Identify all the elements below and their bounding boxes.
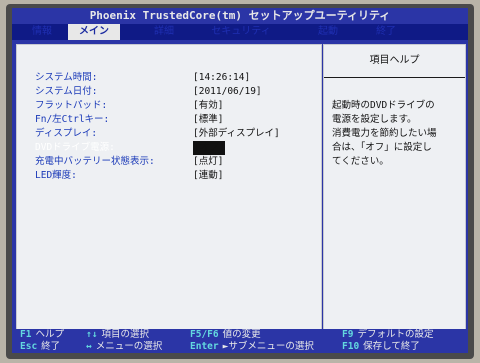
help-line: 消費電力を節約したい場	[332, 128, 437, 139]
help-line: 起動時のDVDドライブの	[332, 100, 435, 111]
tab-advanced[interactable]: 詳細	[142, 24, 186, 40]
setting-value[interactable]: [14:26:14]	[193, 71, 250, 85]
setting-label: システム日付:	[35, 86, 98, 97]
setting-row-display[interactable]: ディスプレイ: [外部ディスプレイ]	[17, 127, 321, 141]
setting-row-led-brightness[interactable]: LED輝度: [連動]	[17, 169, 321, 183]
settings-panel: システム時間: [14:26:14] システム日付: [2011/06/19] …	[16, 44, 322, 331]
setting-value[interactable]: [オフ]	[193, 141, 226, 155]
help-title: 項目ヘルプ	[324, 45, 465, 78]
key-hint-exit: Esc 終了	[20, 341, 60, 353]
key-hint-defaults: F9 デフォルトの設定	[342, 329, 433, 341]
key-description: 終了	[41, 341, 61, 352]
bios-screen: Phoenix TrustedCore(tm) セットアップユーティリティ 情報…	[12, 8, 468, 353]
key-description: メニューの選択	[95, 341, 163, 352]
setting-value[interactable]: [外部ディスプレイ]	[193, 127, 280, 141]
tab-exit[interactable]: 終了	[364, 24, 408, 40]
key-hint-help: F1 ヘルプ	[20, 329, 64, 341]
window-title: Phoenix TrustedCore(tm) セットアップユーティリティ	[12, 8, 468, 24]
tab-security[interactable]: セキュリティ	[198, 24, 284, 40]
setting-value[interactable]: [点灯]	[193, 155, 223, 169]
setting-label: 充電中バッテリー状態表示:	[35, 156, 155, 167]
tab-main[interactable]: メイン	[68, 24, 120, 40]
tab-info[interactable]: 情報	[20, 24, 64, 40]
key-label: Enter	[190, 341, 219, 352]
key-description: ►サブメニューの選択	[222, 341, 314, 352]
key-legend: F1 ヘルプ ↑↓ 項目の選択 F5/F6 値の変更 F9 デフォルトの設定 Esc 終了…	[12, 329, 468, 353]
menu-bar: 情報 メイン 詳細 セキュリティ 起動 終了	[12, 24, 468, 40]
key-label: F9	[342, 329, 354, 340]
setting-label: LED輝度:	[35, 170, 77, 181]
key-hint-change-value: F5/F6 値の変更	[190, 329, 261, 341]
key-label: F1	[20, 329, 32, 340]
setting-label: ディスプレイ:	[35, 128, 98, 139]
setting-value[interactable]: [標準]	[193, 113, 223, 127]
setting-row-system-date[interactable]: システム日付: [2011/06/19]	[17, 85, 321, 99]
key-hint-submenu: Enter ►サブメニューの選択	[190, 341, 314, 353]
key-label: F10	[342, 341, 360, 352]
setting-row-fn-ctrl[interactable]: Fn/左Ctrlキー: [標準]	[17, 113, 321, 127]
help-line: てください。	[332, 156, 389, 167]
key-description: 保存して終了	[363, 341, 420, 352]
help-line: 合は、「オフ」に設定し	[332, 142, 432, 153]
setting-label: DVDドライブ電源:	[35, 142, 115, 153]
setting-label: Fn/左Ctrlキー:	[35, 114, 110, 125]
setting-row-battery-indicator[interactable]: 充電中バッテリー状態表示: [点灯]	[17, 155, 321, 169]
key-hint-select-item: ↑↓ 項目の選択	[86, 329, 149, 341]
setting-value[interactable]: [連動]	[193, 169, 223, 183]
key-description: 項目の選択	[101, 329, 149, 340]
key-hint-select-menu: ↔ メニューの選択	[86, 341, 162, 353]
key-hint-save-exit: F10 保存して終了	[342, 341, 420, 353]
setting-label: システム時間:	[35, 72, 98, 83]
key-description: 値の変更	[222, 329, 261, 340]
setting-row-system-time[interactable]: システム時間: [14:26:14]	[17, 71, 321, 85]
key-label: ↔	[86, 341, 92, 352]
key-label: ↑↓	[86, 329, 98, 340]
help-text: 起動時のDVDドライブの 電源を設定します。 消費電力を節約したい場 合は、「オ…	[332, 99, 456, 169]
help-line: 電源を設定します。	[332, 114, 417, 125]
tab-boot[interactable]: 起動	[306, 24, 350, 40]
setting-value[interactable]: [有効]	[193, 99, 223, 113]
key-label: F5/F6	[190, 329, 219, 340]
setting-row-dvd-power[interactable]: DVDドライブ電源: [オフ]	[17, 141, 321, 155]
key-description: ヘルプ	[35, 329, 64, 340]
key-description: デフォルトの設定	[357, 329, 434, 340]
key-label: Esc	[20, 341, 38, 352]
help-panel: 項目ヘルプ 起動時のDVDドライブの 電源を設定します。 消費電力を節約したい場…	[323, 44, 466, 331]
setting-value[interactable]: [2011/06/19]	[193, 85, 262, 99]
setting-row-flat-pad[interactable]: フラットパッド: [有効]	[17, 99, 321, 113]
setting-label: フラットパッド:	[35, 100, 108, 111]
